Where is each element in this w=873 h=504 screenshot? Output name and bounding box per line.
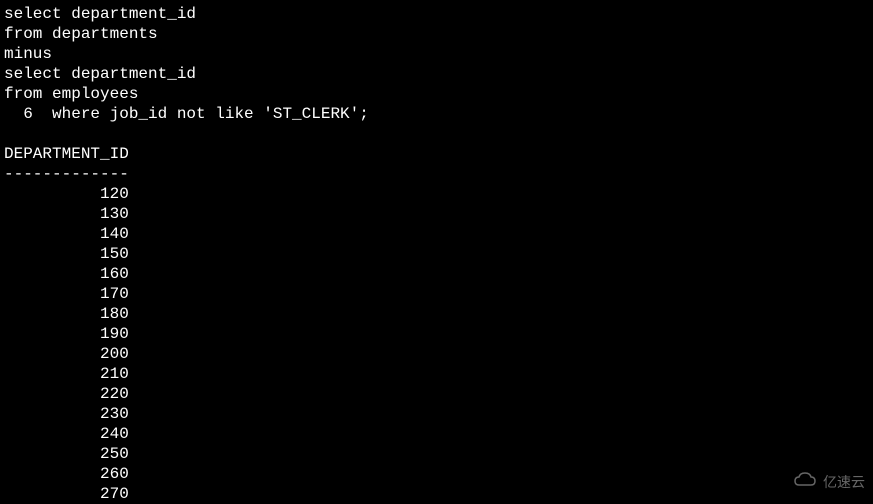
- result-row: 150: [4, 244, 873, 264]
- sql-line: from employees: [4, 84, 873, 104]
- watermark: 亿速云: [793, 471, 865, 495]
- sql-line: minus: [4, 44, 873, 64]
- result-row: 260: [4, 464, 873, 484]
- sql-line: select department_id: [4, 4, 873, 24]
- separator-line: -------------: [4, 164, 873, 184]
- cloud-icon: [793, 471, 819, 495]
- result-row: 170: [4, 284, 873, 304]
- result-row: 240: [4, 424, 873, 444]
- result-row: 120: [4, 184, 873, 204]
- result-row: 140: [4, 224, 873, 244]
- result-row: 250: [4, 444, 873, 464]
- sql-line: from departments: [4, 24, 873, 44]
- result-row: 210: [4, 364, 873, 384]
- column-header: DEPARTMENT_ID: [4, 144, 873, 164]
- sql-line: 6 where job_id not like 'ST_CLERK';: [4, 104, 873, 124]
- result-row: 160: [4, 264, 873, 284]
- result-row: 200: [4, 344, 873, 364]
- terminal-output: select department_id from departments mi…: [4, 4, 873, 504]
- result-row: 180: [4, 304, 873, 324]
- result-row: 130: [4, 204, 873, 224]
- sql-line: select department_id: [4, 64, 873, 84]
- result-row: 230: [4, 404, 873, 424]
- watermark-text: 亿速云: [823, 474, 865, 492]
- result-row: 270: [4, 484, 873, 504]
- result-row: 190: [4, 324, 873, 344]
- blank-line: [4, 124, 873, 144]
- result-row: 220: [4, 384, 873, 404]
